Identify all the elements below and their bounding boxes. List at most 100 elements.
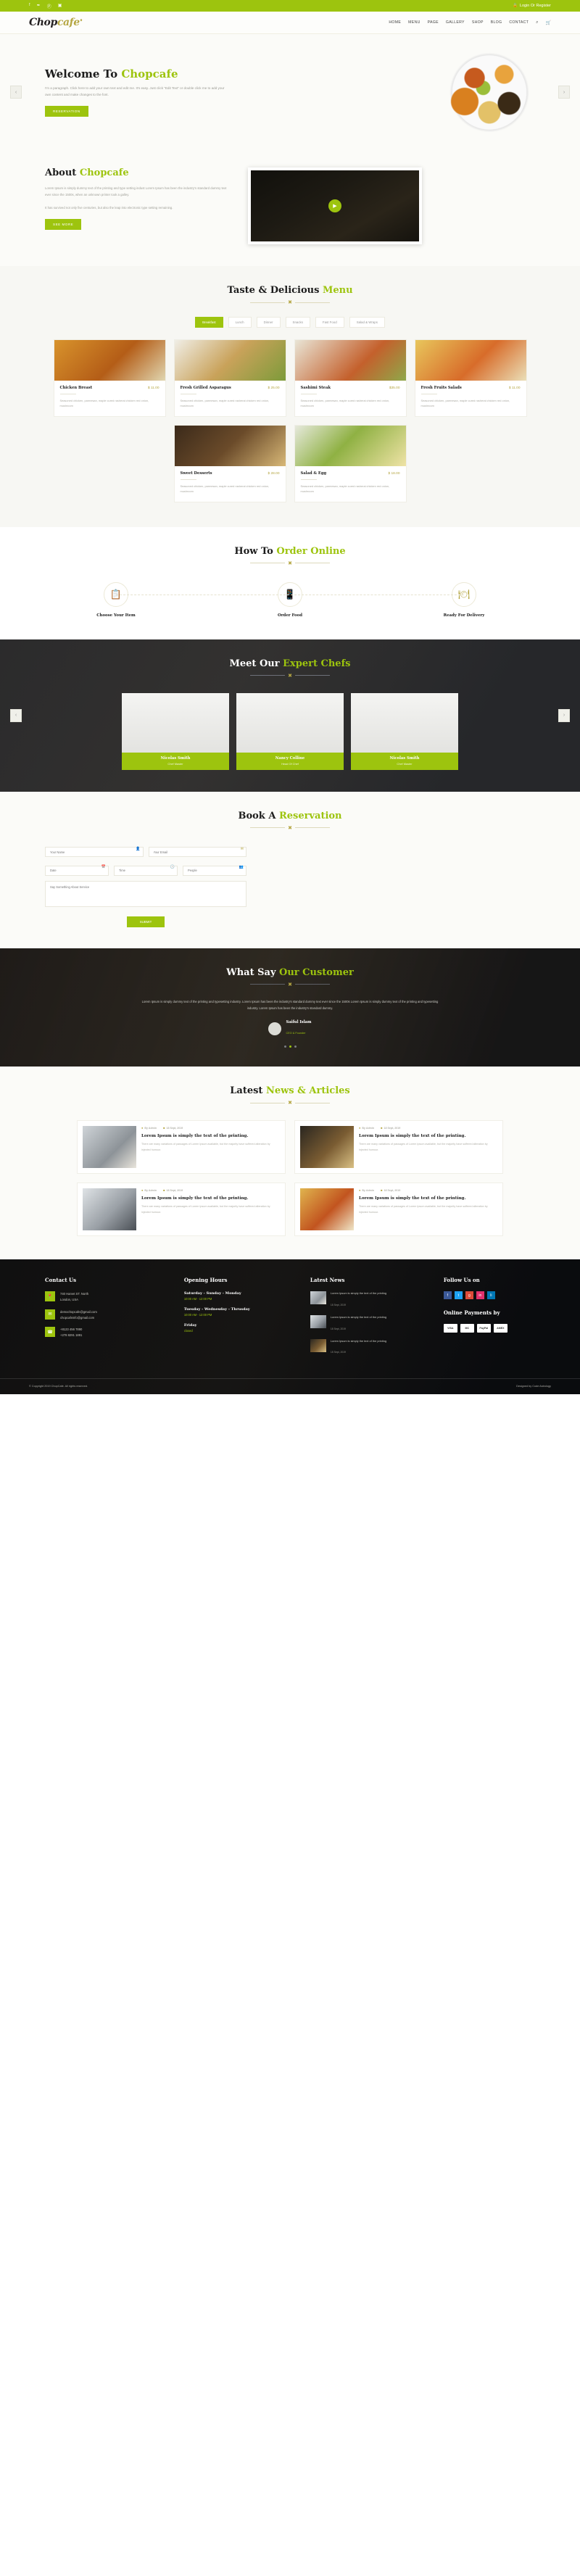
menu-item-card[interactable]: Salad & Egg $ 18.00 Seasoned chicken, pa… (294, 424, 407, 502)
nav-item-gallery[interactable]: GALLERY (446, 20, 465, 25)
twitter-icon[interactable]: ✒ (37, 3, 41, 9)
menu-item-card[interactable]: Chicken Breast $ 11.00 Seasoned chicken,… (53, 339, 166, 417)
tab-salad-wraps[interactable]: Salad & Wraps (349, 317, 385, 328)
name-input[interactable] (45, 847, 144, 858)
cart-icon[interactable]: 🛒 (546, 20, 551, 25)
news-post-card[interactable]: ● By Admin ■ 18 Sept, 2019 Lorem Ipsum is … (294, 1183, 503, 1237)
email-2[interactable]: chopcafeinfo@gmail.com (60, 1316, 94, 1320)
menu-section: Taste & Delicious Menu ✖ Breakfast Lunch… (0, 266, 580, 527)
menu-item-desc: Seasoned chicken, parmesan, maple cured … (300, 484, 390, 494)
about-video[interactable]: ▶ (248, 167, 422, 244)
divider-x-icon: ✖ (288, 300, 292, 305)
news-post-title[interactable]: Lorem Ipsum is simply the text of the pr… (141, 1133, 280, 1139)
email-input[interactable] (148, 847, 246, 858)
pagination-dot-active[interactable] (289, 1045, 291, 1048)
chefs-heading: Meet Our Expert Chefs ✖ (29, 658, 551, 679)
menu-item-rule (300, 479, 317, 480)
footer-hours-column: Opening Hours Saturday - Sunday - Monday… (184, 1277, 299, 1362)
chef-card[interactable]: Nicolas Smith Chef Master (122, 692, 229, 770)
play-icon[interactable]: ▶ (328, 199, 341, 212)
chefs-section: ‹ › Meet Our Expert Chefs ✖ Nicolas Smit… (0, 639, 580, 792)
user-icon: ● (359, 1126, 361, 1130)
chef-card[interactable]: Nicolas Smith Chef Master (351, 692, 458, 770)
address-line-1: 740 Harvet ST. North (60, 1292, 89, 1296)
location-pin-icon: 📍 (45, 1291, 55, 1302)
time-input[interactable] (114, 865, 178, 876)
instagram-icon[interactable]: ▣ (58, 3, 62, 9)
pagination-dot[interactable] (294, 1045, 297, 1048)
calendar-icon: ■ (381, 1126, 383, 1130)
tab-lunch[interactable]: Lunch (228, 317, 252, 328)
menu-item-card[interactable]: Fresh Fruits Salads $ 11.00 Seasoned chi… (414, 339, 527, 417)
google-plus-icon[interactable]: g (465, 1291, 473, 1300)
news-post-card[interactable]: ● By Admin ■ 18 Sept, 2019 Lorem Ipsum is … (294, 1120, 503, 1175)
footer-news-column: Latest News Lorem Ipsum is simply the te… (310, 1277, 432, 1362)
tab-snacks[interactable]: Snacks (285, 317, 310, 328)
tab-dinner[interactable]: Dinner (256, 317, 281, 328)
contact-email: ✉ demochopcafe@gmail.com chopcafeinfo@gma… (45, 1309, 173, 1321)
email-1[interactable]: demochopcafe@gmail.com (60, 1310, 97, 1314)
contact-address: 📍 740 Harvet ST. North London, USA (45, 1291, 173, 1303)
tab-fast-food[interactable]: Fast Food (315, 317, 344, 328)
hero-next-button[interactable]: › (558, 86, 570, 99)
chef-card[interactable]: Nancy Colline Head Of Chef (236, 692, 344, 770)
nav-item-home[interactable]: HOME (389, 20, 401, 25)
linkedin-icon[interactable]: li (486, 1291, 495, 1300)
news-post-card[interactable]: ● By Admin ■ 18 Sept, 2019 Lorem Ipsum is … (77, 1183, 286, 1237)
people-input[interactable] (183, 865, 246, 876)
footer-news-item[interactable]: Lorem Ipsum is simply the text of the pr… (310, 1338, 432, 1357)
news-post-title[interactable]: Lorem Ipsum is simply the text of the pr… (359, 1196, 497, 1201)
nav-item-menu[interactable]: MENU (408, 20, 420, 25)
about-see-more-button[interactable]: SEE MORE (45, 219, 82, 231)
divider-line-right (294, 302, 330, 303)
menu-item-card[interactable]: Sweet Desserts $ 28.00 Seasoned chicken,… (173, 424, 286, 502)
menu-heading: Taste & Delicious Menu ✖ (29, 285, 551, 305)
footer-news-title: Latest News (310, 1277, 345, 1284)
chefs-prev-button[interactable]: ‹ (10, 708, 22, 722)
nav-item-shop[interactable]: SHOP (472, 20, 484, 25)
news-post-title[interactable]: Lorem Ipsum is simply the text of the pr… (359, 1133, 497, 1139)
hero-prev-button[interactable]: ‹ (10, 86, 22, 99)
menu-item-price: $ 28.00 (268, 471, 280, 476)
menu-item-card[interactable]: Fresh Grilled Asparagus $ 25.00 Seasoned… (173, 339, 286, 417)
news-grid: ● By Admin ■ 18 Sept, 2019 Lorem Ipsum is … (29, 1120, 551, 1237)
twitter-icon[interactable]: t (454, 1291, 463, 1300)
phone-2[interactable]: +278 8291 1891 (60, 1333, 82, 1337)
nav-item-contact[interactable]: CONTACT (509, 20, 529, 25)
footer-news-item[interactable]: Lorem Ipsum is simply the text of the pr… (310, 1314, 432, 1333)
footer-news-date: 18 Sept, 2019 (330, 1351, 347, 1354)
about-title-dark: About (45, 167, 80, 178)
news-post-title[interactable]: Lorem Ipsum is simply the text of the pr… (141, 1196, 280, 1201)
chefs-next-button[interactable]: › (558, 708, 570, 722)
menu-item-price: $ 11.00 (147, 386, 160, 390)
hero-title-accent: Chopcafe (121, 67, 178, 80)
login-register-link[interactable]: 🔒 Login Or Register (513, 4, 551, 8)
message-textarea[interactable] (45, 880, 246, 907)
hero-reservation-button[interactable]: RESERVATION (45, 106, 88, 117)
nav-item-page[interactable]: PAGE (428, 20, 439, 25)
nav-item-blog[interactable]: BLOG (491, 20, 502, 25)
pagination-dot[interactable] (283, 1045, 286, 1048)
menu-item-card[interactable]: Sashimi Steak $35.00 Seasoned chicken, p… (294, 339, 407, 417)
tab-breakfast[interactable]: Breakfast (195, 317, 223, 328)
footer-news-title-text: Lorem Ipsum is simply the text of the pr… (330, 1338, 387, 1343)
menu-item-image (174, 425, 286, 466)
hero-title-dark: Welcome To (45, 67, 122, 80)
date-input[interactable] (45, 865, 109, 876)
user-icon: ● (141, 1126, 144, 1130)
site-logo[interactable]: Chopcafe♦ (29, 17, 83, 28)
search-icon[interactable]: ⌕ (536, 20, 538, 25)
phone-1[interactable]: +8123 456 7890 (60, 1328, 82, 1331)
submit-button[interactable]: SUBMIT (126, 916, 165, 927)
reservation-title-dark: Book A (238, 810, 279, 821)
pinterest-icon[interactable]: Ⓟ (47, 3, 51, 9)
order-online-section: How To Order Online ✖ 📋 Choose Your Item… (0, 526, 580, 639)
news-post-card[interactable]: ● By Admin ■ 18 Sept, 2019 Lorem Ipsum is … (77, 1120, 286, 1175)
facebook-icon[interactable]: f (443, 1291, 452, 1300)
footer-news-item[interactable]: Lorem Ipsum is simply the text of the pr… (310, 1291, 432, 1309)
instagram-icon[interactable]: in (476, 1291, 484, 1300)
facebook-icon[interactable]: f (29, 3, 30, 9)
chef-photo (351, 692, 458, 753)
menu-item-price: $ 18.00 (388, 471, 400, 476)
reservation-title-accent: Reservation (278, 810, 342, 821)
